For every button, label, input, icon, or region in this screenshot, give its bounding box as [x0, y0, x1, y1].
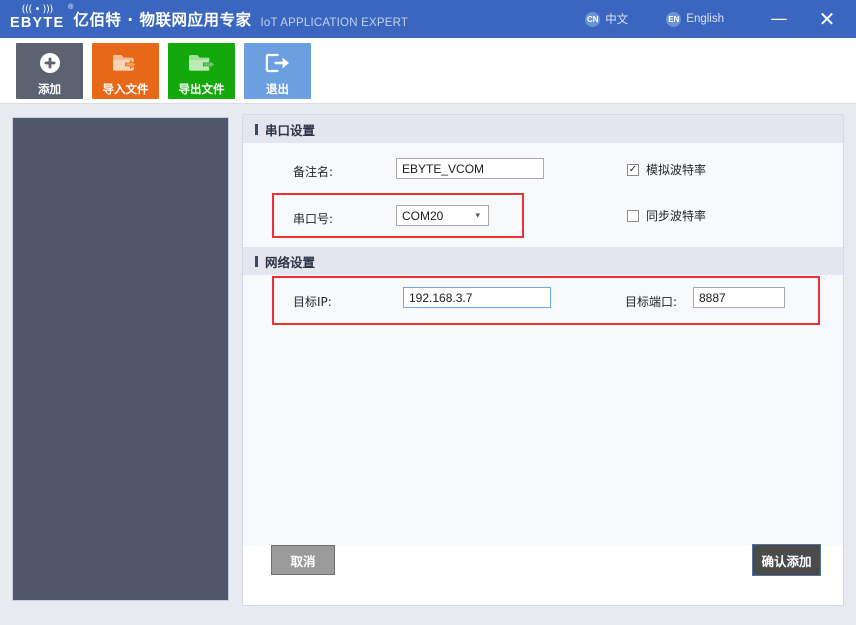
brand-title-cn: 亿佰特 · 物联网应用专家	[73, 8, 251, 30]
serial-port-select[interactable]: COM20 ▾	[396, 205, 489, 226]
remark-name-input[interactable]	[396, 158, 544, 179]
registered-mark-icon: ®	[68, 4, 73, 11]
checkbox-box-sync	[627, 210, 639, 222]
toolbar-button-add[interactable]: 添加	[16, 43, 83, 99]
section-accent-bar	[255, 256, 258, 267]
form-empty-area	[243, 336, 843, 546]
lang-label-english: English	[686, 13, 724, 25]
title-bar: ((( • ))) EBYTE ® 亿佰特 · 物联网应用专家 IoT APPL…	[0, 0, 856, 38]
network-settings-header: 网络设置	[243, 247, 843, 275]
network-settings-title: 网络设置	[265, 252, 315, 271]
en-badge-icon: EN	[666, 12, 681, 27]
application-window: ((( • ))) EBYTE ® 亿佰特 · 物联网应用专家 IoT APPL…	[0, 0, 856, 625]
serial-settings-header: 串口设置	[243, 115, 843, 143]
ebyte-logo-mark: ((( • ))) EBYTE ®	[10, 5, 64, 31]
checkbox-label-simulated: 模拟波特率	[646, 161, 706, 178]
target-ip-input[interactable]	[403, 287, 551, 308]
folder-import-icon	[112, 50, 140, 77]
toolbar-label-import: 导入文件	[103, 81, 149, 97]
toolbar-label-add: 添加	[38, 81, 61, 97]
plus-circle-icon	[39, 50, 61, 77]
lang-label-chinese: 中文	[605, 11, 628, 27]
checkbox-label-sync: 同步波特率	[646, 207, 706, 224]
toolbar-button-export[interactable]: 导出文件	[168, 43, 235, 99]
serial-settings-title: 串口设置	[265, 120, 315, 139]
cn-badge-icon: CN	[585, 12, 600, 27]
toolbar-button-import[interactable]: 导入文件	[92, 43, 159, 99]
toolbar-label-export: 导出文件	[179, 81, 225, 97]
language-switcher: CN 中文 EN English — ✕	[585, 0, 856, 38]
toolbar-button-exit[interactable]: 退出	[244, 43, 311, 99]
lang-option-english[interactable]: EN English	[666, 12, 724, 27]
serial-port-value: COM20	[402, 209, 443, 223]
exit-arrow-icon	[265, 50, 291, 77]
checkbox-box-simulated: ✓	[627, 164, 639, 176]
section-accent-bar	[255, 124, 258, 135]
device-list-sidebar[interactable]	[12, 117, 229, 601]
brand-logo: ((( • ))) EBYTE ® 亿佰特 · 物联网应用专家 IoT APPL…	[10, 0, 408, 38]
minimize-icon[interactable]: —	[762, 0, 796, 38]
network-settings-body: 目标IP: 目标端口:	[243, 275, 843, 336]
cancel-button[interactable]: 取消	[271, 545, 335, 575]
close-icon[interactable]: ✕	[808, 0, 846, 38]
checkbox-sync-baudrate[interactable]: 同步波特率	[627, 207, 706, 224]
toolbar-label-exit: 退出	[266, 81, 289, 97]
add-device-form-panel: 串口设置 备注名: 串口号: COM20 ▾ ✓ 模拟波特率 同步波特率 网	[242, 114, 844, 606]
brand-logo-text: EBYTE	[10, 16, 64, 31]
lang-option-chinese[interactable]: CN 中文	[585, 11, 628, 27]
folder-export-icon	[188, 50, 216, 77]
target-ip-label: 目标IP:	[293, 293, 332, 310]
serial-settings-body: 备注名: 串口号: COM20 ▾ ✓ 模拟波特率 同步波特率	[243, 143, 843, 247]
target-port-input[interactable]	[693, 287, 785, 308]
confirm-add-button[interactable]: 确认添加	[752, 544, 821, 576]
signal-wave-icon: ((( • )))	[22, 5, 53, 16]
target-port-label: 目标端口:	[625, 293, 677, 310]
remark-name-label: 备注名:	[293, 163, 333, 180]
main-toolbar: 添加 导入文件 导出文件	[0, 38, 856, 104]
chevron-down-icon: ▾	[475, 211, 480, 221]
checkbox-simulated-baudrate[interactable]: ✓ 模拟波特率	[627, 161, 706, 178]
brand-title-en: IoT APPLICATION EXPERT	[261, 17, 409, 30]
serial-port-label: 串口号:	[293, 210, 333, 227]
